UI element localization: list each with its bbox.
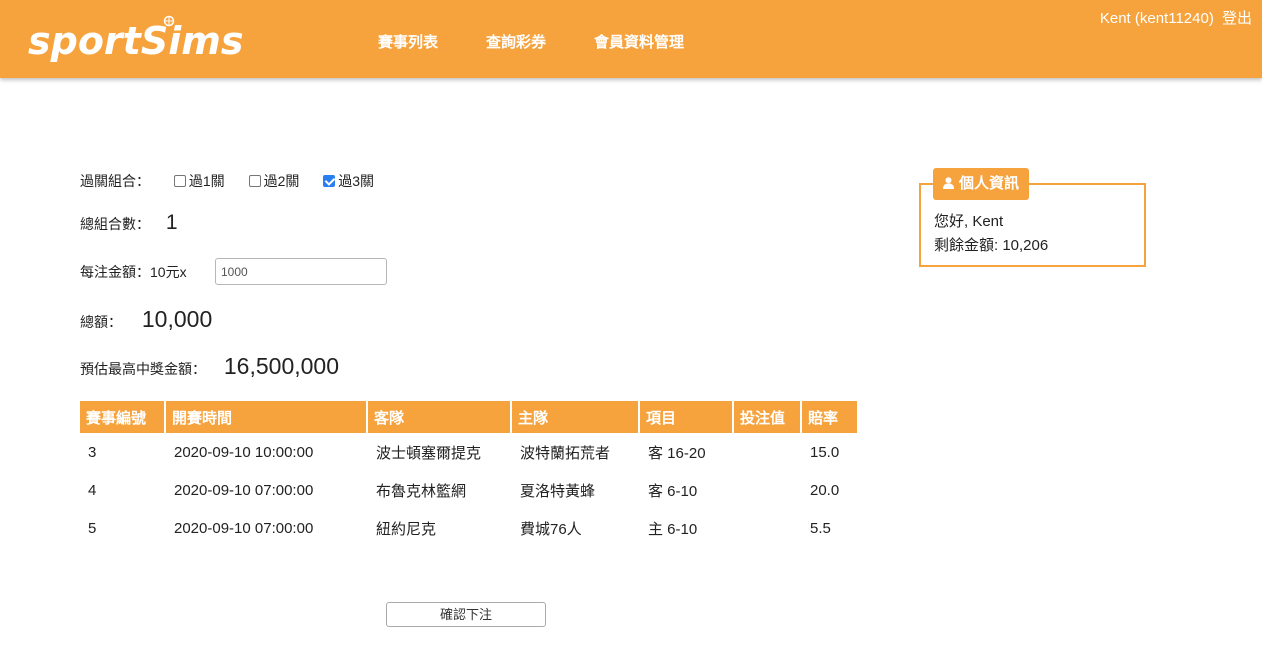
header-start-time: 開賽時間 (166, 401, 366, 433)
cell-bet-value (734, 471, 800, 509)
cell-match-id: 3 (88, 443, 97, 461)
cell-away-team: 紐約尼克 (376, 520, 437, 538)
header-home-team: 主隊 (512, 401, 638, 433)
header-bet-value: 投注值 (734, 401, 800, 433)
cell-bet-value (734, 509, 800, 547)
cell-start-time: 2020-09-10 07:00:00 (174, 519, 314, 537)
max-prize-row: 預估最高中獎金額： 16,500,000 (80, 353, 339, 380)
combo-1-checkbox[interactable] (173, 175, 186, 187)
cell-away-team: 波士頓塞爾提克 (376, 444, 482, 462)
username[interactable]: Kent (kent11240) (1100, 10, 1214, 27)
combo-label: 過關組合： (80, 173, 150, 189)
sportsims-logo[interactable]: sportSims (28, 14, 258, 64)
top-navbar: sportSims 賽事列表 查詢彩券 會員資料管理 Kent (kent112… (0, 0, 1262, 78)
cell-odds: 5.5 (810, 519, 831, 537)
nav-match-list[interactable]: 賽事列表 (378, 31, 438, 52)
bet-matches-table: 賽事編號 開賽時間 客隊 主隊 項目 投注值 賠率 3 2020-09-10 1… (78, 401, 859, 547)
combo-option-1[interactable]: 過1關 (173, 173, 229, 189)
cell-odds: 20.0 (810, 481, 840, 499)
bet-amount-row: 每注金額：10元x (80, 262, 187, 282)
total-value: 10,000 (141, 306, 213, 332)
cell-item: 主 6-10 (648, 520, 698, 538)
combo-option-2[interactable]: 過2關 (248, 173, 304, 189)
bet-amount-input[interactable] (215, 258, 387, 285)
personal-info-title: 個人資訊 (933, 168, 1030, 200)
logout-link[interactable]: 登出 (1222, 10, 1252, 27)
cell-home-team: 費城76人 (520, 520, 582, 538)
cell-away-team: 布魯克林籃網 (376, 482, 467, 500)
cell-start-time: 2020-09-10 10:00:00 (174, 443, 314, 461)
combo-row: 過關組合： 過1關 過2關 過3關 (80, 171, 374, 191)
header-odds: 賠率 (802, 401, 857, 433)
total-label: 總額： (80, 314, 122, 330)
nav-member-management[interactable]: 會員資料管理 (594, 31, 684, 52)
max-prize-value: 16,500,000 (223, 353, 340, 379)
combo-2-checkbox[interactable] (248, 175, 261, 187)
cell-home-team: 夏洛特黃蜂 (520, 482, 596, 500)
cell-match-id: 4 (88, 481, 97, 499)
cell-home-team: 波特蘭拓荒者 (520, 444, 611, 462)
greeting-text: 您好, Kent (934, 213, 1004, 230)
combo-2-label[interactable]: 過2關 (264, 173, 300, 189)
cell-match-id: 5 (88, 519, 97, 537)
table-row: 3 2020-09-10 10:00:00 波士頓塞爾提克 波特蘭拓荒者 客 1… (80, 433, 857, 471)
total-row: 總額： 10,000 (80, 306, 212, 333)
combo-3-label[interactable]: 過3關 (338, 173, 374, 189)
personal-info-title-text: 個人資訊 (959, 175, 1020, 192)
total-combos-value: 1 (165, 211, 178, 234)
bet-amount-label: 每注金額：10元x (80, 264, 187, 280)
table-row: 4 2020-09-10 07:00:00 布魯克林籃網 夏洛特黃蜂 客 6-1… (80, 471, 857, 509)
combo-3-checkbox[interactable] (323, 175, 336, 187)
user-icon (943, 177, 954, 189)
confirm-bet-button[interactable]: 確認下注 (386, 602, 546, 627)
cell-bet-value (734, 433, 800, 471)
cell-odds: 15.0 (810, 443, 840, 461)
total-combos-row: 總組合數： 1 (80, 211, 178, 235)
header-item: 項目 (640, 401, 732, 433)
table-header-row: 賽事編號 開賽時間 客隊 主隊 項目 投注值 賠率 (80, 401, 857, 433)
header-match-id: 賽事編號 (80, 401, 164, 433)
cell-item: 客 6-10 (648, 482, 698, 500)
nav-lottery-query[interactable]: 查詢彩券 (486, 31, 546, 52)
cell-item: 客 16-20 (648, 444, 706, 462)
max-prize-label: 預估最高中獎金額： (80, 361, 206, 377)
svg-text:sportSims: sportSims (28, 19, 243, 63)
balance-text: 剩餘金額: 10,206 (934, 237, 1049, 254)
total-combos-label: 總組合數： (80, 216, 150, 232)
header-away-team: 客隊 (368, 401, 510, 433)
user-area: Kent (kent11240) 登出 (1100, 7, 1252, 28)
table-row: 5 2020-09-10 07:00:00 紐約尼克 費城76人 主 6-10 … (80, 509, 857, 547)
combo-1-label[interactable]: 過1關 (189, 173, 225, 189)
combo-option-3[interactable]: 過3關 (323, 173, 374, 189)
cell-start-time: 2020-09-10 07:00:00 (174, 481, 314, 499)
